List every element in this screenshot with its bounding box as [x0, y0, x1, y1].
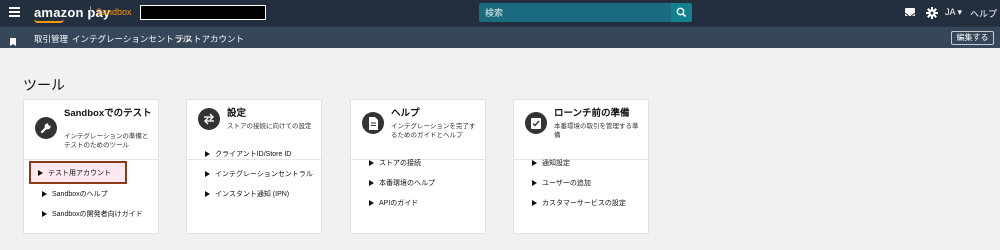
link-sandbox-help[interactable]: Sandboxのヘルプ [42, 189, 108, 199]
link-api-guide[interactable]: APIのガイド [369, 198, 418, 208]
card-header: ヘルプ インテグレーションを完了するためのガイドとヘルプ [351, 100, 485, 160]
card-title: ローンチ前の準備 [554, 108, 630, 119]
secondary-nav: 取引管理 インテグレーションセントラル テストアカウント 編集する [0, 26, 1000, 48]
page-title: ツール [23, 77, 65, 93]
card-header: Sandboxでのテスト インテグレーションの準備とテストのためのツール [24, 100, 158, 160]
link-client-id[interactable]: クライアントID/Store ID [205, 149, 291, 159]
caret-right-icon [532, 160, 537, 167]
link-integration-central[interactable]: インテグレーションセントラル [205, 169, 313, 179]
link-sandbox-dev-guide[interactable]: Sandboxの開発者向けガイド [42, 209, 143, 219]
nav-item-test-account[interactable]: テストアカウント [176, 33, 244, 45]
caret-right-icon [42, 191, 47, 198]
help-link[interactable]: ヘルプ [970, 7, 997, 20]
search-button[interactable] [671, 3, 692, 22]
caret-right-icon [205, 171, 210, 178]
edit-button[interactable]: 編集する [951, 31, 994, 45]
link-test-account-highlighted[interactable]: テスト用アカウント [38, 168, 111, 178]
card-pre-launch: ローンチ前の準備 本番環境の取引を管理する準備 通知設定 ユーザーの追加 カスタ… [513, 99, 649, 234]
logo-smile-icon [34, 19, 64, 23]
card-help: ヘルプ インテグレーションを完了するためのガイドとヘルプ ストアの接続 本番環境… [350, 99, 486, 234]
card-description: インテグレーションを完了するためのガイドとヘルプ [391, 123, 476, 139]
environment-label: Sandbox [96, 7, 132, 17]
checklist-icon [525, 112, 547, 134]
card-settings: 設定 ストアの接続に向けての設定 クライアントID/Store ID インテグレ… [186, 99, 322, 234]
redacted-merchant-name [140, 5, 266, 20]
caret-right-icon [42, 211, 47, 218]
arrows-icon [198, 108, 220, 130]
caret-right-icon [369, 180, 374, 187]
document-icon [362, 112, 384, 134]
card-title: Sandboxでのテスト [64, 108, 152, 119]
link-store-connect[interactable]: ストアの接続 [369, 158, 421, 168]
caret-right-icon [205, 191, 210, 198]
card-title: ヘルプ [391, 108, 420, 119]
mail-icon[interactable] [904, 8, 916, 18]
caret-right-icon [205, 151, 210, 158]
caret-right-icon [38, 170, 43, 177]
menu-icon[interactable] [9, 7, 20, 18]
link-production-help[interactable]: 本番環境のヘルプ [369, 178, 435, 188]
caret-right-icon [532, 180, 537, 187]
card-description: インテグレーションの準備とテストのためのツール [64, 133, 149, 149]
card-description: 本番環境の取引を管理する準備 [554, 123, 639, 139]
card-header: ローンチ前の準備 本番環境の取引を管理する準備 [514, 100, 648, 160]
nav-item-integration-central[interactable]: インテグレーションセントラル [72, 33, 191, 45]
logo-divider [90, 6, 91, 19]
bookmark-icon[interactable] [10, 33, 16, 46]
caret-right-icon [532, 200, 537, 207]
card-description: ストアの接続に向けての設定 [227, 123, 312, 130]
wrench-icon [35, 117, 57, 139]
link-ipn[interactable]: インスタント通知 (IPN) [205, 189, 289, 199]
nav-item-transactions[interactable]: 取引管理 [34, 33, 68, 45]
link-add-user[interactable]: ユーザーの追加 [532, 178, 591, 188]
search-icon [676, 7, 687, 18]
language-selector[interactable]: JA ▾ [945, 7, 962, 18]
caret-right-icon [369, 160, 374, 167]
link-notification-settings[interactable]: 通知設定 [532, 158, 570, 168]
gear-icon[interactable] [926, 6, 938, 19]
search-box[interactable] [479, 3, 671, 22]
top-bar: amazon pay Sandbox JA ▾ ヘルプ [0, 0, 1000, 26]
link-customer-service-settings[interactable]: カスタマーサービスの設定 [532, 198, 626, 208]
card-title: 設定 [227, 108, 247, 119]
caret-right-icon [369, 200, 374, 207]
search-input[interactable] [479, 3, 671, 22]
